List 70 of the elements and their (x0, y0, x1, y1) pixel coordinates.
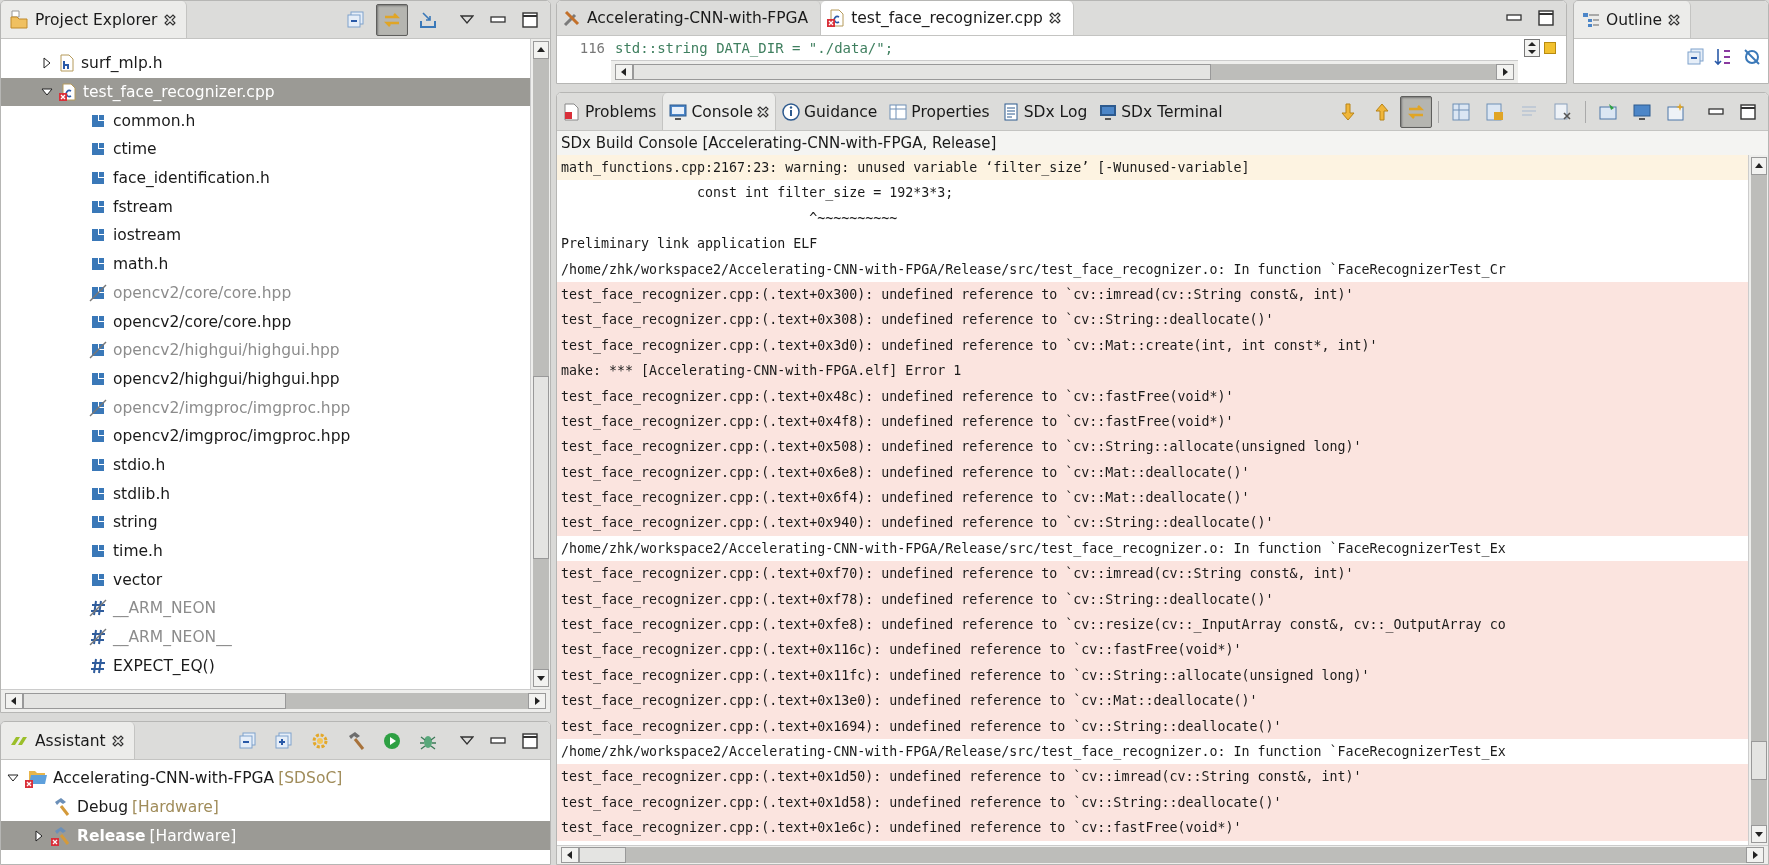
tab-label: SDx Log (1023, 102, 1088, 121)
tab-label: Accelerating-CNN-with-FPGA (587, 9, 809, 27)
item-tag: [Hardware] (132, 798, 219, 817)
tree-item[interactable]: vector (1, 565, 530, 595)
console-title: SDx Build Console [Accelerating-CNN-with-FPGA, Release] (557, 131, 1768, 155)
tree-item[interactable]: time.h (1, 536, 530, 566)
tab-label: Console (691, 102, 753, 121)
tree-item[interactable]: common.h (1, 106, 530, 136)
item-label: Debug (77, 798, 128, 817)
editor-tab[interactable]: test_face_recognizer.cpp (821, 1, 1074, 35)
item-tag: [SDSoC] (278, 769, 343, 788)
line-number: 116 (578, 40, 606, 56)
item-label: __ARM_NEON (113, 599, 217, 618)
view-tab[interactable]: Problems (557, 93, 663, 130)
item-label: opencv2/core/core.hpp (113, 312, 292, 331)
tab-label: Problems (585, 102, 657, 121)
item-label: face_identification.h (113, 169, 270, 188)
tree-item[interactable]: surf_mlp.h (1, 49, 530, 78)
view-tab[interactable]: Guidance (776, 93, 884, 130)
tree-item[interactable]: EXPECT_EQ() (1, 651, 530, 681)
view-tab[interactable]: SDx Terminal (1093, 93, 1229, 130)
tree-item[interactable]: string (1, 508, 530, 537)
tree-item[interactable]: Debug [Hardware] (1, 792, 550, 822)
tree-item[interactable]: math.h (1, 249, 530, 279)
tree-item[interactable]: iostream (1, 221, 530, 250)
item-label: ctime (113, 140, 157, 159)
tab-label: SDx Terminal (1121, 102, 1223, 121)
item-label: time.h (113, 542, 163, 561)
item-label: Release (77, 826, 146, 845)
item-label: __ARM_NEON__ (113, 628, 232, 647)
view-tab[interactable]: Properties (883, 93, 996, 130)
view-tab[interactable]: Console (662, 93, 776, 130)
tab-label: Assistant (35, 731, 106, 750)
item-label: iostream (113, 226, 182, 245)
tree-item[interactable]: face_identification.h (1, 163, 530, 193)
tab-label: Project Explorer (35, 10, 158, 29)
view-tab[interactable]: Assistant (1, 722, 135, 759)
view-tab[interactable]: Project Explorer (1, 1, 187, 38)
tree-item[interactable]: opencv2/highgui/highgui.hpp (1, 364, 530, 394)
item-label: fstream (113, 197, 173, 216)
tree-item[interactable]: opencv2/imgproc/imgproc.hpp (1, 421, 530, 451)
tab-label: Properties (911, 102, 990, 121)
item-label: Accelerating-CNN-with-FPGA (53, 769, 275, 788)
item-label: surf_mlp.h (81, 54, 163, 73)
item-tag: [Hardware] (149, 826, 237, 845)
tree-item[interactable]: ctime (1, 135, 530, 164)
view-tab[interactable]: SDx Log (995, 93, 1094, 130)
tab-label: Guidance (804, 102, 878, 121)
item-label: test_face_recognizer.cpp (83, 83, 275, 102)
view-tab[interactable]: Outline (1574, 1, 1692, 38)
tab-label: test_face_recognizer.cpp (851, 9, 1043, 27)
item-label: common.h (113, 111, 196, 130)
tree-item[interactable]: stdio.h (1, 450, 530, 480)
item-label: stdlib.h (113, 484, 171, 503)
item-label: EXPECT_EQ() (113, 656, 215, 675)
item-label: opencv2/highgui/highgui.hpp (113, 369, 340, 388)
item-label: opencv2/imgproc/imgproc.hpp (113, 398, 351, 417)
tree-item[interactable]: opencv2/core/core.hpp (1, 307, 530, 336)
item-label: stdio.h (113, 455, 166, 474)
code-line: std::string DATA_DIR = "./data/"; (615, 40, 895, 56)
tab-label: Outline (1606, 10, 1663, 29)
item-label: opencv2/imgproc/imgproc.hpp (113, 427, 351, 446)
tree-item[interactable]: Accelerating-CNN-with-FPGA [SDSoC] (1, 764, 550, 793)
tree-item[interactable]: stdlib.h (1, 479, 530, 508)
item-label: math.h (113, 255, 169, 274)
item-label: opencv2/highgui/highgui.hpp (113, 341, 340, 360)
item-label: string (113, 513, 158, 532)
item-label: opencv2/core/core.hpp (113, 283, 292, 302)
item-label: vector (113, 570, 163, 589)
tree-item[interactable]: fstream (1, 192, 530, 222)
